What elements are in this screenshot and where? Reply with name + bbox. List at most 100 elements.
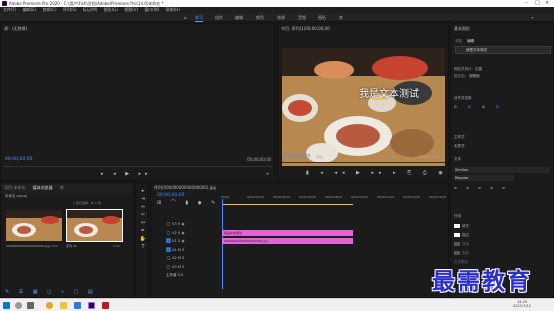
v2-toggle[interactable]: ▢ [166,230,171,235]
timeline-title: 序列(00000000000000000).jpg [154,185,216,190]
menu-graphics[interactable]: 图形(G) [104,7,118,12]
menu-file[interactable]: 文件(F) [3,7,16,12]
source-monitor: 源：(无剪辑) 00;00;00;00 00;00;00;00 ▸ ◂ ▶ ▸▸… [0,23,276,181]
ws-learn[interactable]: 学习 [195,15,203,22]
program-duration: 00;00;05;00 [418,155,440,159]
tab-browse[interactable]: 浏览 [455,39,462,43]
clip-image[interactable]: 00000000000000000000.jpg [222,238,353,244]
master-label: 主声道 [166,273,177,277]
playhead[interactable] [222,199,223,289]
program-timecode[interactable]: 00;00;00;00 [283,154,310,159]
clock[interactable]: 14:20 2021/7/12 [508,300,536,308]
source-scrubber[interactable] [4,166,272,167]
tab-project[interactable]: 项目:未命名 [4,185,25,190]
menu-view[interactable]: 视图(V) [124,7,138,12]
ws-libraries[interactable]: 库 [339,15,343,21]
ws-audio[interactable]: 音频 [298,15,306,21]
timeline-panel: 序列(00000000000000000).jpg 00;00;00;00 ⊞ … [150,182,449,298]
search-icon[interactable]: ⌕ [530,15,535,20]
menu-marker[interactable]: 标记(M) [83,7,98,12]
menu-clip[interactable]: 剪辑(C) [43,7,57,12]
workspace-bar: ⌂ 学习 组件 编辑 颜色 效果 音频 图形 库 ⌕ [0,13,554,22]
item-name-1: 00000000000000000000.jpg [6,244,50,248]
background-swatch[interactable] [454,242,460,246]
timeline-timecode[interactable]: 00;00;00;00 [157,193,184,198]
maximize-icon[interactable]: □ [535,0,540,7]
title-bar: Adobe Premiere Pro 2020 - C:\用户\Fish\文档\… [0,0,554,7]
source-transport[interactable]: ▸ ◂ ▶ ▸▸ [101,171,152,177]
font-style-dropdown[interactable]: Regular [454,175,514,181]
section-master-style: 主样式 [454,135,465,139]
menu-edit[interactable]: 编辑(E) [23,7,37,12]
home-icon[interactable]: ⌂ [183,15,188,20]
v3-toggle[interactable]: ▢ [166,221,171,226]
ws-effects[interactable]: 效果 [277,15,285,21]
minimize-icon[interactable]: – [525,0,528,7]
font-dropdown[interactable]: SimSun [454,167,550,173]
appearance-fill: 填充 [462,224,469,228]
stroke-swatch[interactable] [454,233,460,237]
clip-text[interactable]: 我是文本测试 [222,230,353,236]
master-value[interactable]: 0.0 [178,273,184,277]
timeline-toolbar[interactable]: ⊞ ⌒ ▮ ◆ ✎ [157,199,219,206]
project-footer-buttons[interactable]: ✎ ☰ ▦ ○ ⌕ ▢ ▤ [5,289,97,295]
item-dur-1: 5;00 [51,244,58,248]
ws-color[interactable]: 颜色 [256,15,264,21]
layer-item[interactable]: 我是文本测试 [455,46,551,54]
overlay-text[interactable]: 我是文本测试 [359,85,419,100]
close-icon[interactable]: × [545,0,549,7]
source-duration: 00;00;00;00 [247,157,272,162]
tab-library[interactable]: 库 [60,185,64,190]
ws-editing[interactable]: 编辑 [235,15,243,21]
master-style-dropdown[interactable]: 无样式 [454,144,465,149]
item-name-2: 序列 01 [66,244,77,248]
tab-edit[interactable]: 编辑 [467,39,474,43]
program-transport[interactable]: ▮ ◂ ◂◂ ▶ ▸▸ ▸ ⎘ ⎙ ◉ [306,170,448,176]
thumbnail-image[interactable] [6,210,62,241]
section-responsive: 响应式设计 - 位置 [454,67,482,71]
taskbar: 14:20 2021/7/12 [0,298,554,311]
app-icon[interactable] [74,302,81,309]
menu-sequence[interactable]: 序列(S) [63,7,77,12]
thumbnail-sequence[interactable] [66,209,123,242]
explorer-icon[interactable] [60,302,67,309]
ws-graphics[interactable]: 图形 [318,15,326,21]
app2-icon[interactable] [102,302,109,309]
fit-dropdown[interactable]: 适合 [316,155,323,160]
appearance-shadow: 阴影 [462,251,469,255]
tab-media-browser[interactable]: 媒体浏览器 [33,185,53,190]
scale-dropdown[interactable]: 1/2 [389,155,395,159]
overlay-anchor[interactable] [374,98,388,100]
chrome-icon[interactable] [46,302,53,309]
a1-toggle[interactable]: ▢ [166,246,171,252]
program-preview-image [282,48,445,166]
text-align-buttons[interactable]: ≡ ≡ ≡ ≡ ≡ [454,186,509,190]
menu-window[interactable]: 窗口(W) [144,7,159,12]
tool-icons[interactable]: ▸ ⇥ ⇔ ✂ ↔ ✒ ✋ T [139,187,147,251]
v1-toggle[interactable]: ▢ [166,238,171,243]
section-align: 对齐并变换 [454,96,472,100]
search-taskbar-icon[interactable] [15,302,22,309]
section-appearance: 外观 [454,214,461,218]
program-scrubber[interactable] [282,162,445,163]
ws-assembly[interactable]: 组件 [215,15,223,21]
work-area-bar[interactable] [223,204,353,205]
fill-swatch[interactable] [454,224,460,228]
source-add-icon[interactable]: + [265,171,270,176]
item-dur-2: 5;00 [113,244,120,248]
shadow-swatch[interactable] [454,251,460,255]
layer-name: 我是文本测试 [466,48,487,52]
pin-label: 固定到： [454,74,468,78]
align-buttons[interactable]: ⊞ ⊟ ⊠ ⊡ [454,105,504,109]
premiere-taskbar-icon[interactable] [88,302,95,309]
start-icon[interactable] [3,302,10,309]
appearance-background: 背景 [462,242,469,246]
window-title: Adobe Premiere Pro 2020 - C:\用户\Fish\文档\… [9,1,164,6]
a2-toggle[interactable]: ▢ [166,255,171,260]
source-timecode[interactable]: 00;00;00;00 [5,157,32,162]
pin-dropdown[interactable]: 视频帧 [469,74,480,78]
a3-toggle[interactable]: ▢ [166,264,171,269]
menu-help[interactable]: 帮助(H) [166,7,180,12]
premiere-logo-icon [2,1,7,6]
taskview-icon[interactable] [27,302,34,309]
